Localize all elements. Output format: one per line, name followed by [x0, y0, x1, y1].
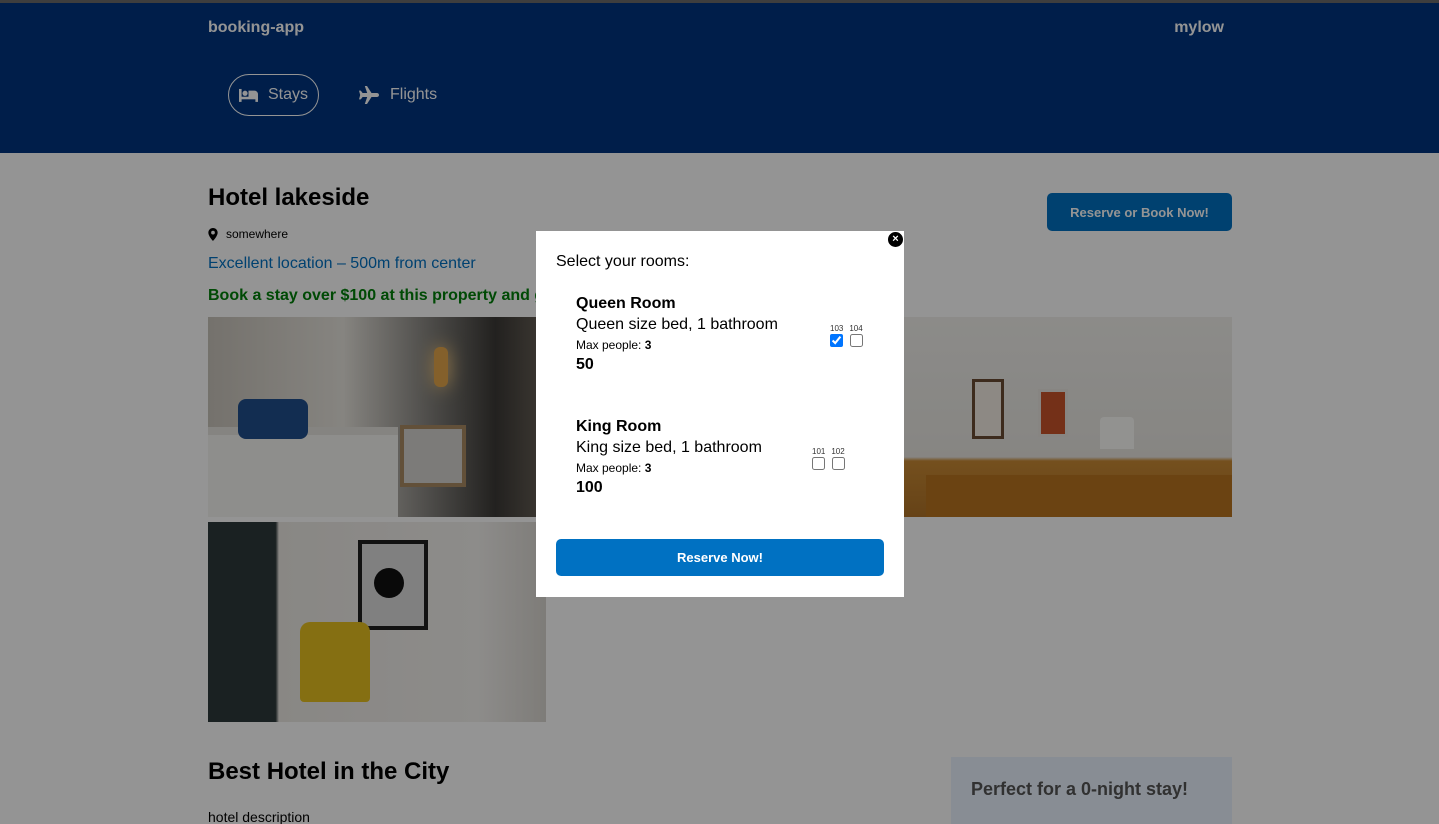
max-people-value: 3 — [644, 338, 652, 352]
room-number-checkbox[interactable] — [849, 334, 863, 347]
room-number-label: 101 — [812, 447, 826, 456]
room-number-label: 103 — [830, 324, 844, 333]
room-number-options: 103 104 — [830, 324, 863, 347]
room-price: 100 — [576, 479, 603, 496]
max-people-label: Max people: — [576, 338, 645, 352]
room-number-label: 104 — [849, 324, 863, 333]
room-number-checkbox[interactable] — [812, 457, 826, 470]
room-item: Queen Room Queen size bed, 1 bathroom Ma… — [576, 295, 876, 374]
room-number-label: 102 — [831, 447, 845, 456]
max-people-label: Max people: — [576, 461, 645, 475]
reserve-now-button[interactable]: Reserve Now! — [556, 539, 884, 576]
room-name: King Room — [576, 418, 662, 435]
room-selection-modal: × Select your rooms: Queen Room Queen si… — [536, 231, 904, 597]
modal-title: Select your rooms: — [556, 253, 690, 270]
room-number-option[interactable]: 101 — [812, 447, 825, 470]
room-number-checkbox[interactable] — [830, 334, 844, 347]
room-number-option[interactable]: 102 — [831, 447, 845, 470]
room-item: King Room King size bed, 1 bathroom Max … — [576, 418, 876, 497]
close-icon[interactable]: × — [888, 232, 903, 247]
max-people-value: 3 — [644, 461, 652, 475]
room-number-checkbox[interactable] — [831, 457, 845, 470]
room-number-options: 101 102 — [812, 447, 845, 470]
room-number-option[interactable]: 103 — [830, 324, 843, 347]
room-name: Queen Room — [576, 295, 676, 312]
room-price: 50 — [576, 356, 594, 373]
room-number-option[interactable]: 104 — [849, 324, 863, 347]
